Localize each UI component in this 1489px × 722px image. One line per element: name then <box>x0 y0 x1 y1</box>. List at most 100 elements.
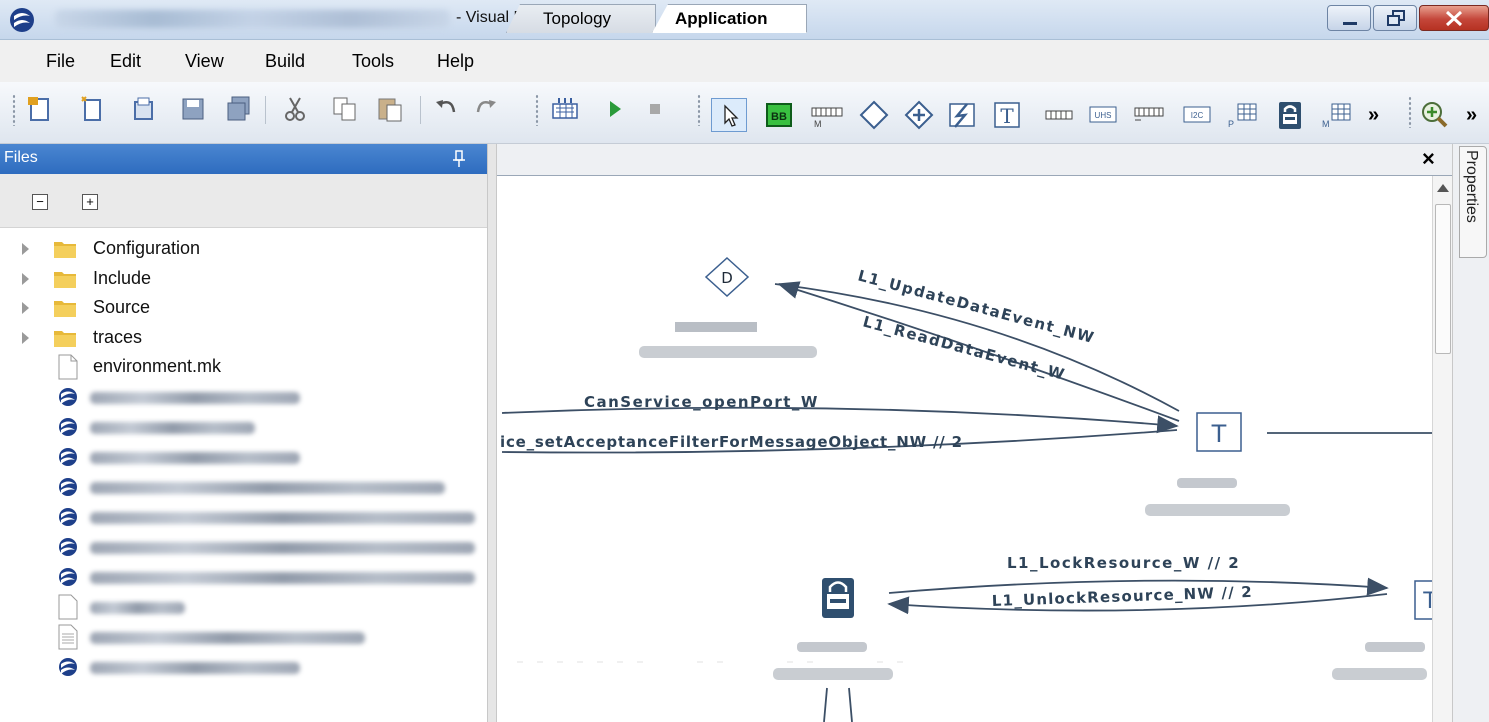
diamond-tool-icon[interactable] <box>857 98 891 132</box>
tree-item-include[interactable]: Include <box>0 264 487 294</box>
tree-item-environment-mk[interactable]: environment.mk <box>0 352 487 382</box>
memory-tool-icon[interactable]: M <box>808 98 848 132</box>
toolbar-grip[interactable] <box>12 94 16 126</box>
window-title-redacted <box>55 10 450 28</box>
port-tool-icon[interactable]: P <box>1224 98 1260 132</box>
save-all-icon[interactable] <box>224 94 254 124</box>
buffer-tool-icon[interactable] <box>1042 98 1076 132</box>
tree-item-redacted[interactable] <box>0 472 487 502</box>
files-panel-header: Files <box>0 144 487 174</box>
stop-icon[interactable] <box>640 94 670 124</box>
menu-build[interactable]: Build <box>265 51 305 72</box>
cut-icon[interactable] <box>280 94 310 124</box>
file-icon <box>58 594 78 620</box>
toolbar-overflow-button[interactable]: » <box>1368 104 1379 127</box>
save-icon[interactable] <box>178 94 208 124</box>
design-file-icon <box>59 448 77 466</box>
menu-edit[interactable]: Edit <box>110 51 141 72</box>
menu-tools[interactable]: Tools <box>352 51 394 72</box>
tree-item-redacted[interactable] <box>0 562 487 592</box>
diagram-node-d[interactable]: D <box>704 256 750 298</box>
menu-bar: File Edit View Build Tools Help <box>0 40 1489 82</box>
expand-arrow-icon[interactable] <box>22 332 29 344</box>
i2c-tool-label: I2C <box>1191 111 1204 120</box>
tree-item-redacted[interactable] <box>0 442 487 472</box>
tree-item-configuration[interactable]: Configuration <box>0 234 487 264</box>
tree-item-redacted[interactable] <box>0 652 487 682</box>
tree-item-redacted[interactable] <box>0 502 487 532</box>
restore-button[interactable] <box>1373 5 1417 31</box>
tab-application[interactable]: Application <box>652 4 807 33</box>
run-icon[interactable] <box>600 94 630 124</box>
build-icon[interactable] <box>550 94 580 124</box>
matrix-tool-icon[interactable]: M <box>1318 98 1354 132</box>
diagram-canvas[interactable]: D L1_UpdateDataEvent_NW L1_ReadDataEvent… <box>497 176 1432 722</box>
expand-arrow-icon[interactable] <box>22 273 29 285</box>
tree-item-redacted[interactable] <box>0 532 487 562</box>
diagram-node-t[interactable]: T <box>1196 412 1242 452</box>
tree-item-source[interactable]: Source <box>0 293 487 323</box>
m-tool-label: M <box>814 119 822 129</box>
interrupt-tool-icon[interactable] <box>945 98 979 132</box>
close-tab-button[interactable]: × <box>1422 146 1435 172</box>
tree-item-label: Source <box>93 297 151 317</box>
task-tool-icon[interactable]: T <box>990 98 1024 132</box>
text-file-icon <box>58 624 78 650</box>
diamond-plus-tool-icon[interactable] <box>902 98 936 132</box>
diagram-node-lock[interactable] <box>822 578 854 618</box>
close-icon <box>1445 10 1463 27</box>
properties-tab-label: Properties <box>1463 150 1480 223</box>
scroll-up-arrow-icon[interactable] <box>1437 184 1449 192</box>
tree-item-redacted[interactable] <box>0 412 487 442</box>
folder-icon <box>54 331 76 347</box>
tab-topology[interactable]: Topology <box>506 4 656 33</box>
close-window-button[interactable] <box>1419 5 1489 31</box>
menu-view[interactable]: View <box>185 51 224 72</box>
files-toolbar: − + <box>0 174 487 228</box>
tree-item-redacted[interactable] <box>0 592 487 622</box>
menu-file[interactable]: File <box>46 51 75 72</box>
toolbar-grip[interactable] <box>1408 96 1412 128</box>
panel-splitter[interactable] <box>487 144 497 722</box>
toolbar-overflow-button-2[interactable]: » <box>1466 104 1477 127</box>
toolbar-separator <box>420 96 421 124</box>
new-project-icon[interactable] <box>25 94 55 124</box>
node-t-label: T <box>1211 420 1227 448</box>
menu-help[interactable]: Help <box>437 51 474 72</box>
copy-icon[interactable] <box>330 94 360 124</box>
undo-icon[interactable] <box>432 94 462 124</box>
vertical-scrollbar[interactable] <box>1432 176 1452 722</box>
toolbar-grip[interactable] <box>697 94 701 126</box>
expand-arrow-icon[interactable] <box>22 302 29 314</box>
uhs-tool-icon[interactable]: UHS <box>1086 98 1120 132</box>
tree-item-redacted[interactable] <box>0 622 487 652</box>
lock-tool-icon[interactable] <box>1273 98 1307 132</box>
redacted-filename <box>90 572 475 584</box>
bb-tool-icon[interactable]: BB <box>763 98 795 132</box>
scroll-thumb[interactable] <box>1435 204 1451 354</box>
redacted-filename <box>90 482 445 494</box>
paste-icon[interactable] <box>375 94 405 124</box>
tree-item-label: Configuration <box>93 238 201 258</box>
collapse-all-button[interactable]: − <box>32 194 48 210</box>
pin-icon[interactable] <box>452 150 466 173</box>
folder-icon <box>54 272 76 288</box>
redacted-filename <box>90 632 365 644</box>
open-file-icon[interactable] <box>129 94 159 124</box>
expand-all-button[interactable]: + <box>82 194 98 210</box>
redo-icon[interactable] <box>470 94 500 124</box>
tree-item-redacted[interactable] <box>0 382 487 412</box>
zoom-in-icon[interactable] <box>1420 100 1450 130</box>
i2c-tool-icon[interactable]: I2C <box>1180 98 1214 132</box>
tree-item-label: environment.mk <box>93 356 222 376</box>
expand-arrow-icon[interactable] <box>22 243 29 255</box>
edge-lock-down[interactable] <box>823 687 853 722</box>
restore-icon <box>1387 10 1405 26</box>
minimize-button[interactable] <box>1327 5 1371 31</box>
memory-pool-tool-icon[interactable] <box>1131 98 1167 132</box>
diagram-node-t-partial[interactable]: T <box>1414 580 1432 620</box>
toolbar-grip[interactable] <box>535 94 539 126</box>
tree-item-traces[interactable]: traces <box>0 323 487 353</box>
pointer-tool-button[interactable] <box>711 98 747 132</box>
new-file-icon[interactable] <box>77 94 107 124</box>
